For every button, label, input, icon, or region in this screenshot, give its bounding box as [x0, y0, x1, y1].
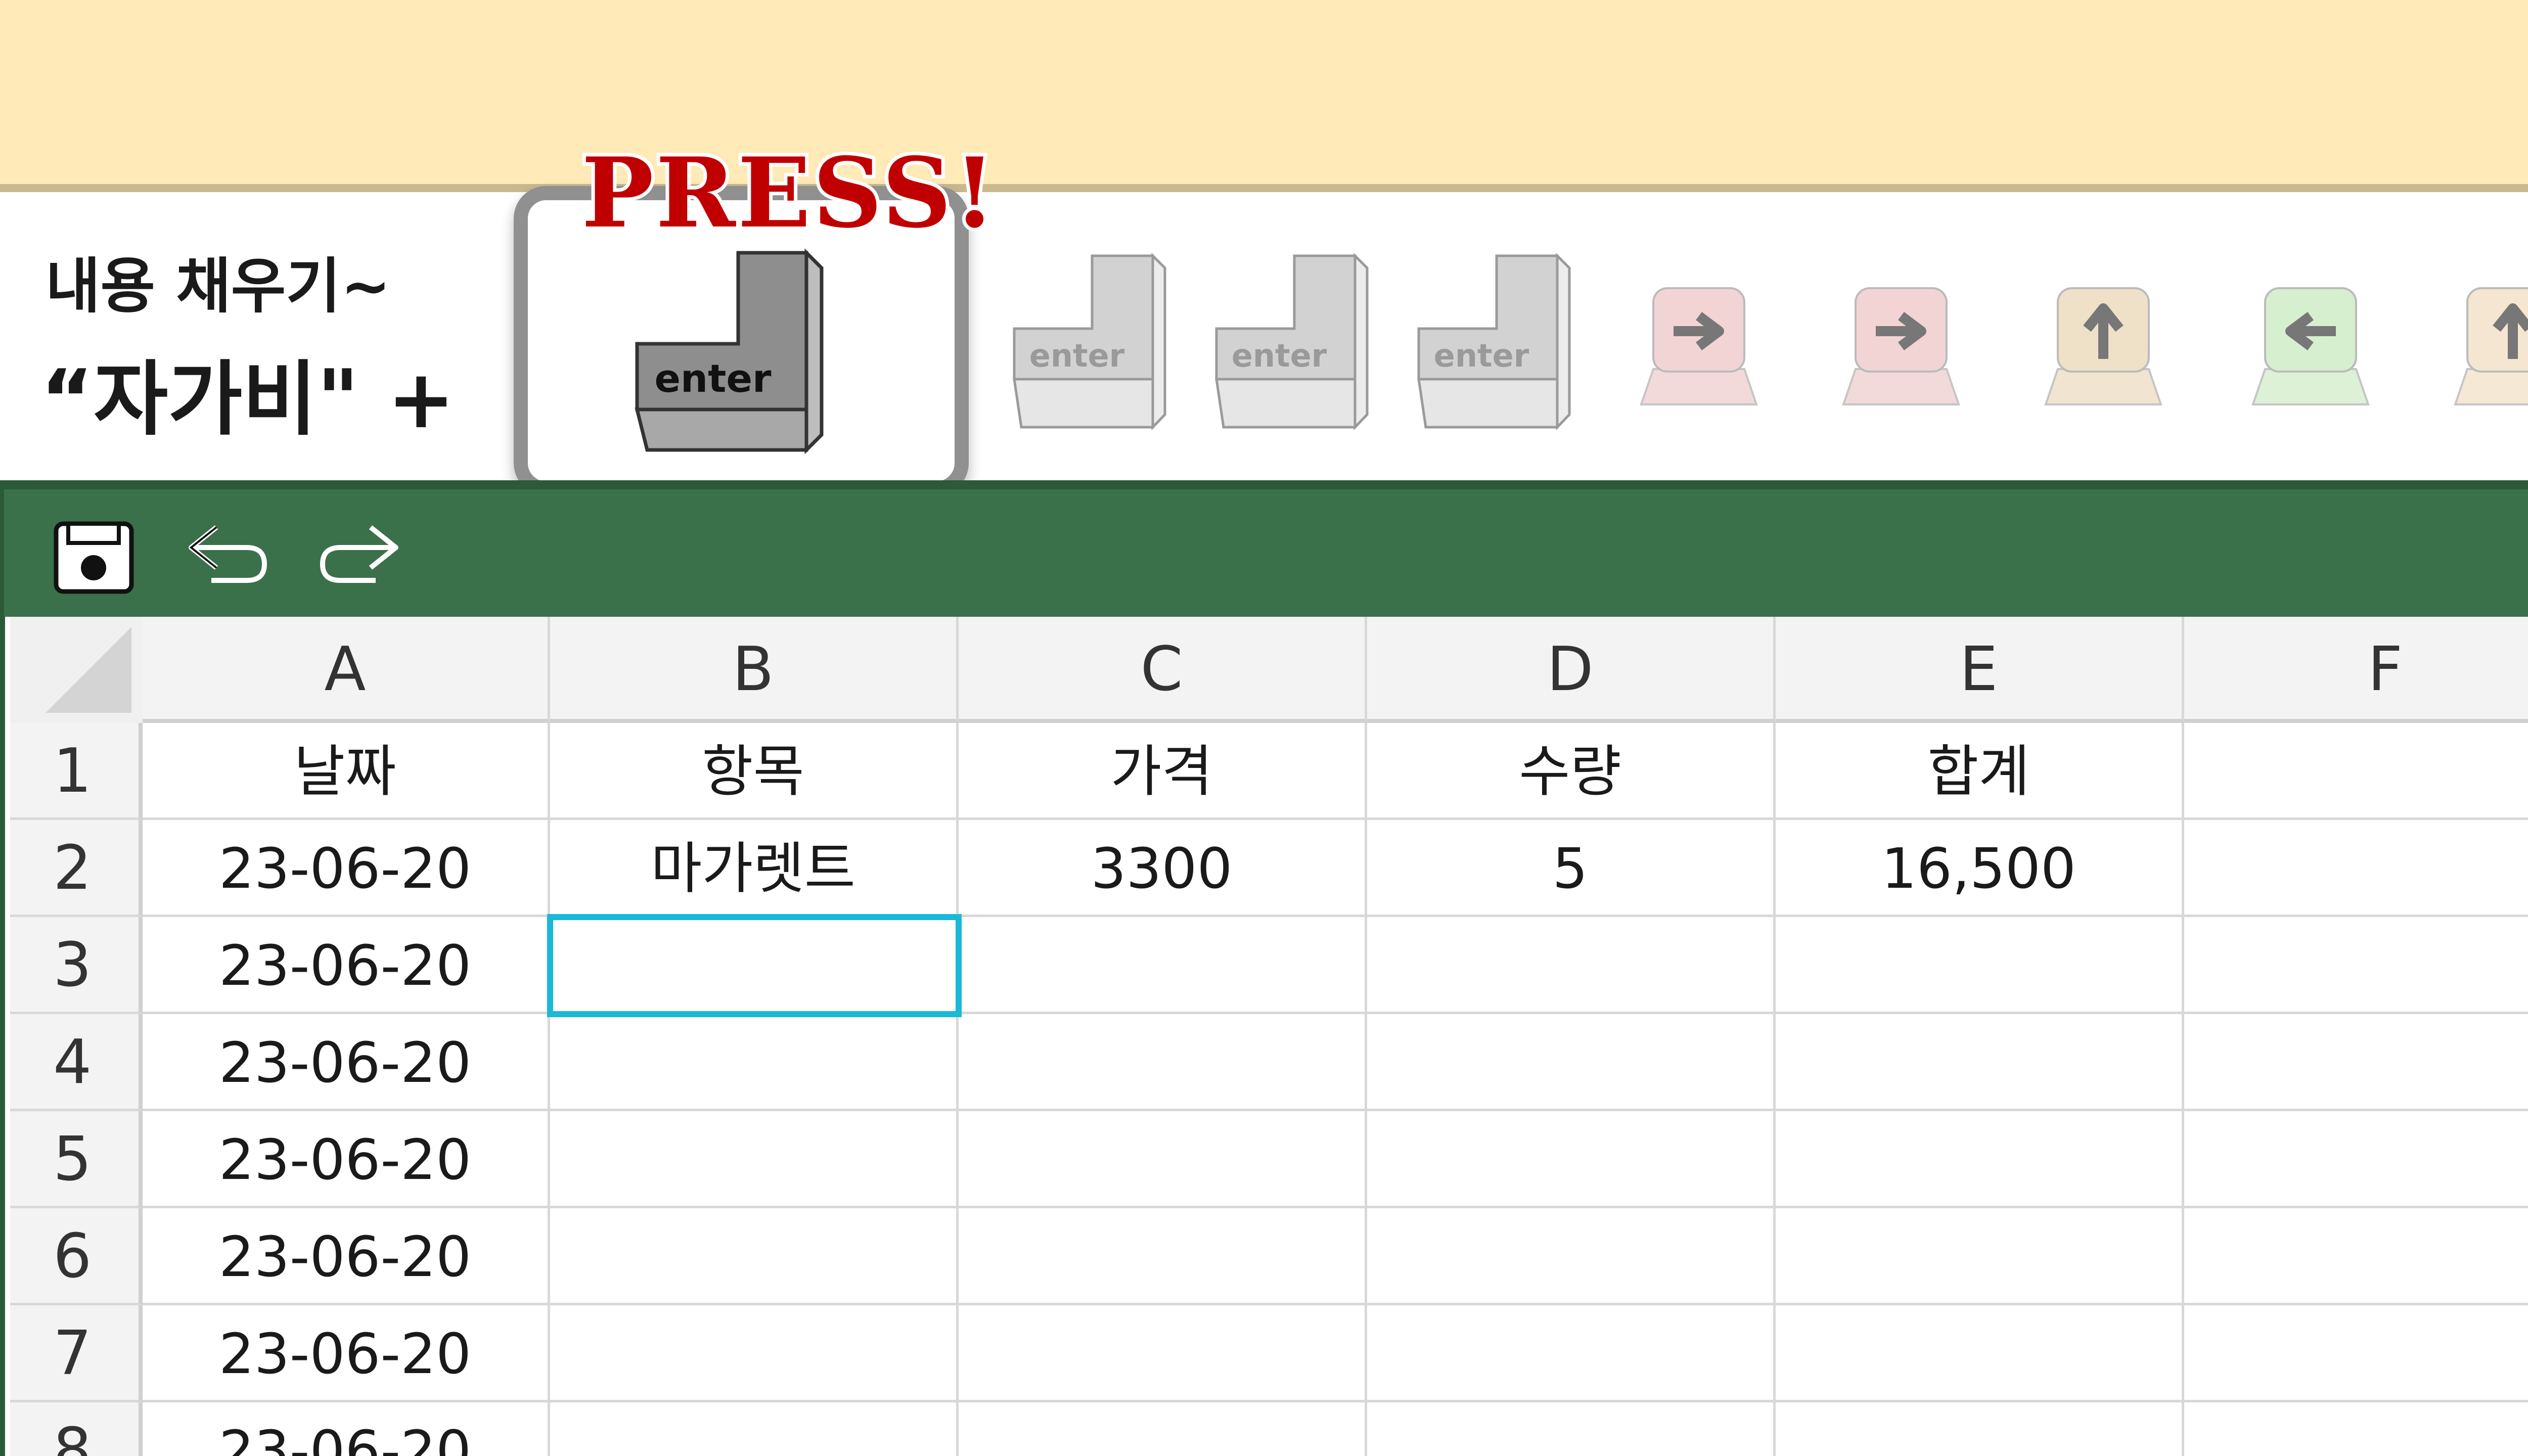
toolbar [0, 480, 2528, 617]
cell-d6[interactable] [1367, 1208, 1776, 1305]
cell-c2[interactable]: 3300 [959, 820, 1367, 917]
cell-b7[interactable] [550, 1305, 959, 1402]
cell-c1[interactable]: 가격 [959, 723, 1367, 820]
cell-f4[interactable] [2184, 1014, 2528, 1111]
cell-e5[interactable] [1776, 1111, 2184, 1208]
column-header-e[interactable]: E [1776, 617, 2184, 723]
undo-icon[interactable] [181, 520, 272, 590]
cell-e1[interactable]: 합계 [1776, 723, 2184, 820]
cell-b6[interactable] [550, 1208, 959, 1305]
row-header-7[interactable]: 7 [10, 1305, 143, 1402]
cell-a6[interactable]: 23-06-20 [143, 1208, 550, 1305]
instruction-line-2: “자가비" + [40, 352, 455, 446]
cell-a2[interactable]: 23-06-20 [143, 820, 550, 917]
enter-key-icon: enter [1215, 253, 1369, 431]
instruction-line-1: 내용 채우기~ [46, 251, 391, 321]
row-header-5[interactable]: 5 [10, 1111, 143, 1208]
cell-a4[interactable]: 23-06-20 [143, 1014, 550, 1111]
row-header-2[interactable]: 2 [10, 820, 143, 917]
column-header-f[interactable]: F [2184, 617, 2528, 723]
select-all-corner[interactable] [10, 617, 143, 723]
cell-f2[interactable] [2184, 820, 2528, 917]
cell-d5[interactable] [1367, 1111, 1776, 1208]
selected-cell-highlight [547, 914, 962, 1017]
arrow-up-key-icon [2044, 287, 2162, 405]
spreadsheet-grid: A B C D E F 1 날짜 항목 가격 수량 합계 2 23-06-20 마가렛트 3300 5 16,50… [0, 617, 2528, 1456]
cell-e4[interactable] [1776, 1014, 2184, 1111]
enter-key-label: enter [1029, 337, 1125, 374]
row-header-6[interactable]: 6 [10, 1208, 143, 1305]
column-header-b[interactable]: B [550, 617, 959, 723]
cell-d2[interactable]: 5 [1367, 820, 1776, 917]
cell-f7[interactable] [2184, 1305, 2528, 1402]
save-icon[interactable] [52, 520, 136, 596]
top-banner [0, 0, 2528, 192]
row-header-1[interactable]: 1 [10, 723, 143, 820]
enter-key-label: enter [654, 356, 772, 401]
cell-f6[interactable] [2184, 1208, 2528, 1305]
enter-key-icon: enter [1417, 253, 1571, 431]
cell-d4[interactable] [1367, 1014, 1776, 1111]
cell-d1[interactable]: 수량 [1367, 723, 1776, 820]
cell-d8[interactable] [1367, 1402, 1776, 1456]
column-header-d[interactable]: D [1367, 617, 1776, 723]
column-header-c[interactable]: C [959, 617, 1367, 723]
cell-e2[interactable]: 16,500 [1776, 820, 2184, 917]
cell-a3[interactable]: 23-06-20 [143, 917, 550, 1014]
cell-f8[interactable] [2184, 1402, 2528, 1456]
cell-c3[interactable] [959, 917, 1367, 1014]
cell-a1[interactable]: 날짜 [143, 723, 550, 820]
cell-c7[interactable] [959, 1305, 1367, 1402]
cell-e6[interactable] [1776, 1208, 2184, 1305]
cell-d7[interactable] [1367, 1305, 1776, 1402]
column-header-a[interactable]: A [143, 617, 550, 723]
enter-key-label: enter [1434, 337, 1529, 374]
cell-a7[interactable]: 23-06-20 [143, 1305, 550, 1402]
row-header-4[interactable]: 4 [10, 1014, 143, 1111]
cell-f3[interactable] [2184, 917, 2528, 1014]
cell-d3[interactable] [1367, 917, 1776, 1014]
cell-c5[interactable] [959, 1111, 1367, 1208]
cell-b8[interactable] [550, 1402, 959, 1456]
cell-b1[interactable]: 항목 [550, 723, 959, 820]
row-header-3[interactable]: 3 [10, 917, 143, 1014]
row-header-8[interactable]: 8 [10, 1402, 143, 1456]
arrow-left-key-icon [2251, 287, 2370, 405]
arrow-up-key-icon [2454, 287, 2528, 405]
cell-b2[interactable]: 마가렛트 [550, 820, 959, 917]
cell-f5[interactable] [2184, 1111, 2528, 1208]
cell-c8[interactable] [959, 1402, 1367, 1456]
arrow-right-key-icon [1842, 287, 1960, 405]
cell-e7[interactable] [1776, 1305, 2184, 1402]
cell-a5[interactable]: 23-06-20 [143, 1111, 550, 1208]
enter-key-icon: enter [1013, 253, 1166, 431]
cell-b5[interactable] [550, 1111, 959, 1208]
cell-c4[interactable] [959, 1014, 1367, 1111]
cell-a8[interactable]: 23-06-20 [143, 1402, 550, 1456]
redo-icon[interactable] [315, 520, 406, 590]
enter-key-label: enter [1232, 337, 1327, 374]
cell-b4[interactable] [550, 1014, 959, 1111]
cell-e3[interactable] [1776, 917, 2184, 1014]
arrow-right-key-icon [1640, 287, 1758, 405]
cell-c6[interactable] [959, 1208, 1367, 1305]
cell-f1[interactable] [2184, 723, 2528, 820]
cell-e8[interactable] [1776, 1402, 2184, 1456]
enter-key-icon: enter [635, 248, 824, 454]
press-label: PRESS! [578, 133, 999, 253]
